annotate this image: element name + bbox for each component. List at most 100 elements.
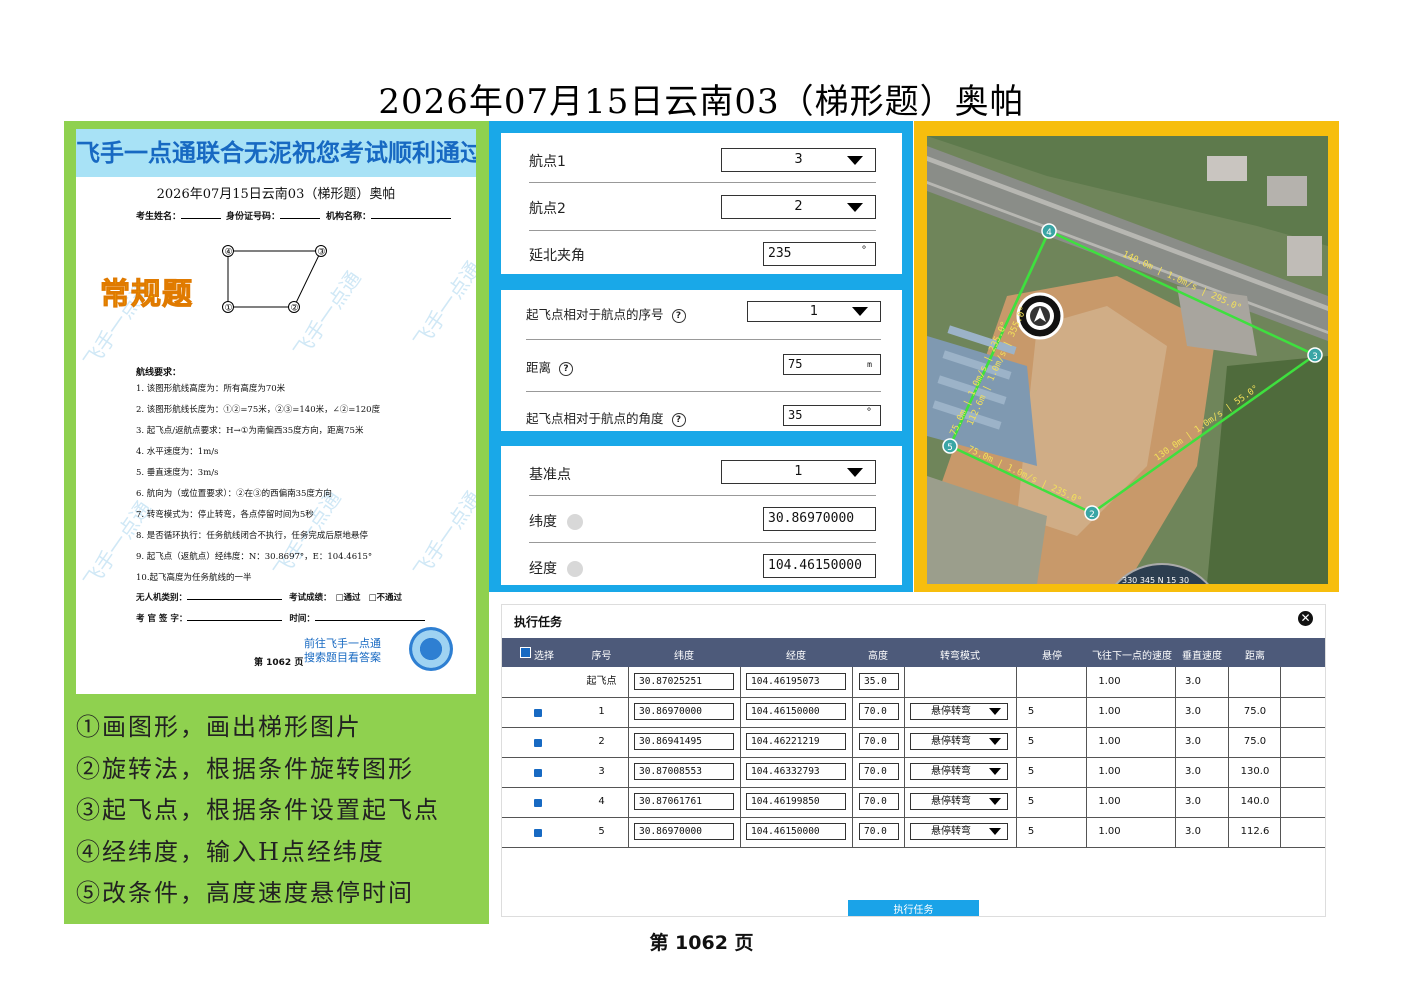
longitude-cell-input[interactable]: 104.46150000 bbox=[746, 823, 846, 840]
watermark: 飞手一点通 bbox=[408, 486, 476, 583]
qr-logo-icon bbox=[409, 627, 453, 671]
takeoff-seq-label: 起飞点相对于航点的序号? bbox=[526, 304, 686, 323]
cell-hover: 5 bbox=[1027, 706, 1035, 717]
satellite-map[interactable]: 4 3 2 5 140.0m | 1.0m/s | 295.0° 130.0m … bbox=[927, 136, 1328, 584]
compass-ticks: 330 345 N 15 30 bbox=[1122, 576, 1189, 584]
col-turn-mode: 转弯模式 bbox=[940, 651, 980, 662]
col-seq: 序号 bbox=[591, 651, 612, 662]
col-hover: 悬停 bbox=[1042, 651, 1062, 662]
chevron-down-icon bbox=[847, 468, 863, 477]
cell-seq: 1 bbox=[598, 706, 605, 717]
turn-mode-select[interactable]: 悬停转弯 bbox=[910, 703, 1008, 720]
longitude-cell-input[interactable]: 104.46195073 bbox=[746, 673, 846, 690]
cell-distance: 112.6 bbox=[1240, 826, 1270, 837]
latitude-input[interactable]: 30.86970000 bbox=[763, 507, 876, 531]
cell-speed: 1.00 bbox=[1098, 796, 1121, 807]
cell-speed: 1.00 bbox=[1098, 736, 1121, 747]
waypoint-marker-3: 3 bbox=[1307, 347, 1323, 363]
turn-mode-select[interactable]: 悬停转弯 bbox=[910, 793, 1008, 810]
svg-text:2: 2 bbox=[1089, 510, 1095, 520]
cell-hover: 5 bbox=[1027, 826, 1035, 837]
row-checkbox[interactable] bbox=[534, 829, 542, 837]
latitude-cell-input[interactable]: 30.86941495 bbox=[634, 733, 734, 750]
latitude-cell-input[interactable]: 30.86970000 bbox=[634, 703, 734, 720]
angle-input[interactable]: 235 ° bbox=[763, 242, 876, 266]
help-icon: ? bbox=[559, 361, 574, 376]
waypoint-marker-5: 5 bbox=[942, 438, 958, 454]
close-icon[interactable]: ✕ bbox=[1298, 611, 1313, 626]
cell-hover: 5 bbox=[1027, 766, 1035, 777]
longitude-label: 经度 bbox=[529, 558, 583, 578]
exam-sheet: 飞手一点通联合无泥祝您考试顺利通过 2026年07月15日云南03（梯形题）奥帕… bbox=[76, 129, 476, 694]
altitude-cell-input[interactable]: 70.0 bbox=[859, 793, 899, 810]
chevron-down-icon bbox=[989, 798, 1001, 805]
map-canvas: 4 3 2 5 140.0m | 1.0m/s | 295.0° 130.0m … bbox=[927, 136, 1328, 584]
turn-mode-select[interactable]: 悬停转弯 bbox=[910, 823, 1008, 840]
cell-distance: 75.0 bbox=[1243, 736, 1267, 747]
longitude-input[interactable]: 104.46150000 bbox=[763, 554, 876, 578]
row-checkbox[interactable] bbox=[534, 769, 542, 777]
sheet-title: 2026年07月15日云南03（梯形题）奥帕 bbox=[156, 187, 396, 202]
latitude-cell-input[interactable]: 30.87061761 bbox=[634, 793, 734, 810]
dialog-title: 执行任务 bbox=[514, 615, 563, 629]
latitude-cell-input[interactable]: 30.87025251 bbox=[634, 673, 734, 690]
distance-label: 距离? bbox=[526, 357, 574, 376]
table-row: 4 30.87061761 104.46199850 70.0 悬停转弯 5 1.00 3.0… bbox=[502, 787, 1325, 818]
waypoint2-select[interactable]: 2 bbox=[721, 195, 876, 219]
longitude-cell-input[interactable]: 104.46221219 bbox=[746, 733, 846, 750]
execute-task-button[interactable]: 执行任务 bbox=[848, 900, 979, 916]
altitude-cell-input[interactable]: 70.0 bbox=[859, 823, 899, 840]
diagram-label-1: ① bbox=[225, 304, 233, 314]
requirement-item: 8. 是否循环执行：任务航线闭合不执行，任务完成后原地悬停 bbox=[136, 531, 368, 541]
turn-mode-select[interactable]: 悬停转弯 bbox=[910, 763, 1008, 780]
takeoff-seq-select[interactable]: 1 bbox=[747, 301, 881, 322]
requirement-item: 9. 起飞点（返航点）经纬度：N：30.8697°，E：104.4615° bbox=[136, 552, 373, 562]
row-checkbox[interactable] bbox=[534, 799, 542, 807]
field-org: 机构名称： bbox=[326, 209, 452, 222]
chevron-down-icon bbox=[989, 768, 1001, 775]
requirement-item: 5. 垂直速度为：3m/s bbox=[136, 468, 219, 478]
cell-distance: 140.0 bbox=[1240, 796, 1270, 807]
rotation-form: 航点1 3 航点2 2 延北夹角 235 ° bbox=[501, 133, 902, 274]
longitude-cell-input[interactable]: 104.46332793 bbox=[746, 763, 846, 780]
cell-vspeed: 3.0 bbox=[1185, 676, 1201, 687]
turn-mode-select[interactable]: 悬停转弯 bbox=[910, 733, 1008, 750]
latitude-cell-input[interactable]: 30.87008553 bbox=[634, 763, 734, 780]
left-panel: 飞手一点通联合无泥祝您考试顺利通过 2026年07月15日云南03（梯形题）奥帕… bbox=[64, 121, 489, 924]
requirement-item: 6. 航向为（或位置要求）：②在③的西偏南35度方向 bbox=[136, 489, 332, 499]
requirement-item: 10.起飞高度为任务航线的一半 bbox=[136, 573, 252, 583]
sheet-banner: 飞手一点通联合无泥祝您考试顺利通过 bbox=[76, 129, 476, 177]
waypoint2-label: 航点2 bbox=[529, 201, 566, 217]
latitude-cell-input[interactable]: 30.86970000 bbox=[634, 823, 734, 840]
diagram-label-4: ④ bbox=[225, 248, 233, 258]
chevron-down-icon bbox=[852, 307, 868, 316]
basepoint-select[interactable]: 1 bbox=[721, 460, 876, 484]
select-all-checkbox[interactable] bbox=[520, 647, 531, 658]
step-3: ③起飞点，根据条件设置起飞点 bbox=[76, 796, 440, 824]
requirement-item: 2. 该图形航线长度为：①②=75米，②③=140米，∠②=120度 bbox=[136, 405, 381, 415]
diagram-label-2: ② bbox=[291, 304, 299, 314]
longitude-cell-input[interactable]: 104.46150000 bbox=[746, 703, 846, 720]
distance-input[interactable]: 75 m bbox=[783, 354, 881, 375]
col-speed: 飞往下一点的速度 bbox=[1092, 651, 1172, 662]
altitude-cell-input[interactable]: 70.0 bbox=[859, 703, 899, 720]
cell-distance: 130.0 bbox=[1240, 766, 1270, 777]
row-checkbox[interactable] bbox=[534, 709, 542, 717]
cell-distance: 75.0 bbox=[1243, 706, 1267, 717]
requirements-title: 航线要求： bbox=[136, 368, 182, 378]
col-alt: 高度 bbox=[868, 651, 888, 662]
table-row: 2 30.86941495 104.46221219 70.0 悬停转弯 5 1.00 3.0… bbox=[502, 727, 1325, 758]
altitude-cell-input[interactable]: 70.0 bbox=[859, 763, 899, 780]
requirement-item: 1. 该图形航线高度为：所有高度为70米 bbox=[136, 384, 286, 394]
takeoff-angle-input[interactable]: 35 ° bbox=[783, 405, 881, 426]
chevron-down-icon bbox=[989, 828, 1001, 835]
waypoint1-select[interactable]: 3 bbox=[721, 148, 876, 172]
altitude-cell-input[interactable]: 35.0 bbox=[859, 673, 899, 690]
cell-seq: 5 bbox=[598, 826, 605, 837]
field-name: 考生姓名： bbox=[136, 209, 222, 222]
longitude-cell-input[interactable]: 104.46199850 bbox=[746, 793, 846, 810]
requirement-item: 4. 水平速度为：1m/s bbox=[136, 447, 219, 457]
row-checkbox[interactable] bbox=[534, 739, 542, 747]
takeoff-angle-label: 起飞点相对于航点的角度? bbox=[526, 408, 686, 427]
altitude-cell-input[interactable]: 70.0 bbox=[859, 733, 899, 750]
